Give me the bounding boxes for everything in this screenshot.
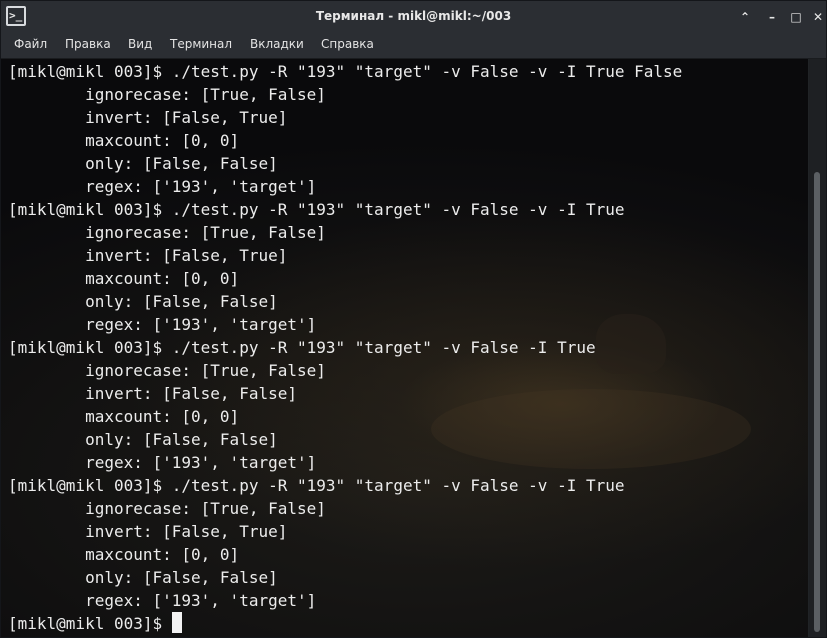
terminal-line: ignorecase: [True, False]	[8, 223, 326, 242]
vertical-scrollbar[interactable]	[809, 59, 826, 637]
menu-item-help[interactable]: Справка	[321, 37, 374, 51]
terminal-line: regex: ['193', 'target']	[8, 177, 317, 196]
window-title: Терминал - mikl@mikl:~/003	[315, 9, 512, 23]
terminal-line: maxcount: [0, 0]	[8, 407, 240, 426]
menu-item-terminal[interactable]: Терминал	[170, 37, 232, 51]
terminal-line: only: [False, False]	[8, 154, 278, 173]
terminal-lines: [mikl@mikl 003]$ ./test.py -R "193" "tar…	[8, 60, 682, 635]
terminal-line: ignorecase: [True, False]	[8, 499, 326, 518]
menu-item-tabs[interactable]: Вкладки	[250, 37, 304, 51]
close-icon[interactable]: ✕	[808, 7, 826, 27]
terminal-line: invert: [False, True]	[8, 246, 288, 265]
menu-bar: Файл Правка Вид Терминал Вкладки Справка	[1, 33, 826, 59]
terminal-line: [mikl@mikl 003]$ ./test.py -R "193" "tar…	[8, 338, 596, 357]
terminal-window: >_ Терминал - mikl@mikl:~/003 ⌃ – □ ✕ Фа…	[0, 0, 827, 638]
terminal-line: maxcount: [0, 0]	[8, 545, 240, 564]
terminal-line: regex: ['193', 'target']	[8, 453, 317, 472]
terminal-line: [mikl@mikl 003]$ ./test.py -R "193" "tar…	[8, 62, 683, 81]
scrollbar-thumb[interactable]	[814, 172, 820, 632]
chevron-up-icon[interactable]: ⌃	[735, 7, 755, 27]
minimize-icon[interactable]: –	[762, 7, 782, 27]
terminal-line: regex: ['193', 'target']	[8, 315, 317, 334]
terminal-line: invert: [False, True]	[8, 108, 288, 127]
terminal-line: only: [False, False]	[8, 430, 278, 449]
terminal-line: regex: ['193', 'target']	[8, 591, 317, 610]
menu-item-edit[interactable]: Правка	[65, 37, 111, 51]
title-bar[interactable]: >_ Терминал - mikl@mikl:~/003 ⌃ – □ ✕	[1, 1, 826, 33]
terminal-prompt-line[interactable]: [mikl@mikl 003]$	[8, 612, 682, 635]
terminal-line: ignorecase: [True, False]	[8, 85, 326, 104]
text-cursor	[171, 612, 182, 633]
menu-item-file[interactable]: Файл	[14, 37, 47, 51]
maximize-icon[interactable]: □	[786, 7, 806, 27]
menu-item-view[interactable]: Вид	[128, 37, 152, 51]
terminal-line: invert: [False, False]	[8, 384, 297, 403]
terminal-line: [mikl@mikl 003]$ ./test.py -R "193" "tar…	[8, 476, 625, 495]
terminal-line: only: [False, False]	[8, 292, 278, 311]
terminal-line: maxcount: [0, 0]	[8, 269, 240, 288]
terminal-line: [mikl@mikl 003]$ ./test.py -R "193" "tar…	[8, 200, 625, 219]
terminal-line: only: [False, False]	[8, 568, 278, 587]
shell-prompt: [mikl@mikl 003]$	[8, 614, 172, 633]
terminal-line: invert: [False, True]	[8, 522, 288, 541]
terminal-output[interactable]: [mikl@mikl 003]$ ./test.py -R "193" "tar…	[1, 59, 808, 637]
terminal-line: ignorecase: [True, False]	[8, 361, 326, 380]
terminal-line: maxcount: [0, 0]	[8, 131, 240, 150]
